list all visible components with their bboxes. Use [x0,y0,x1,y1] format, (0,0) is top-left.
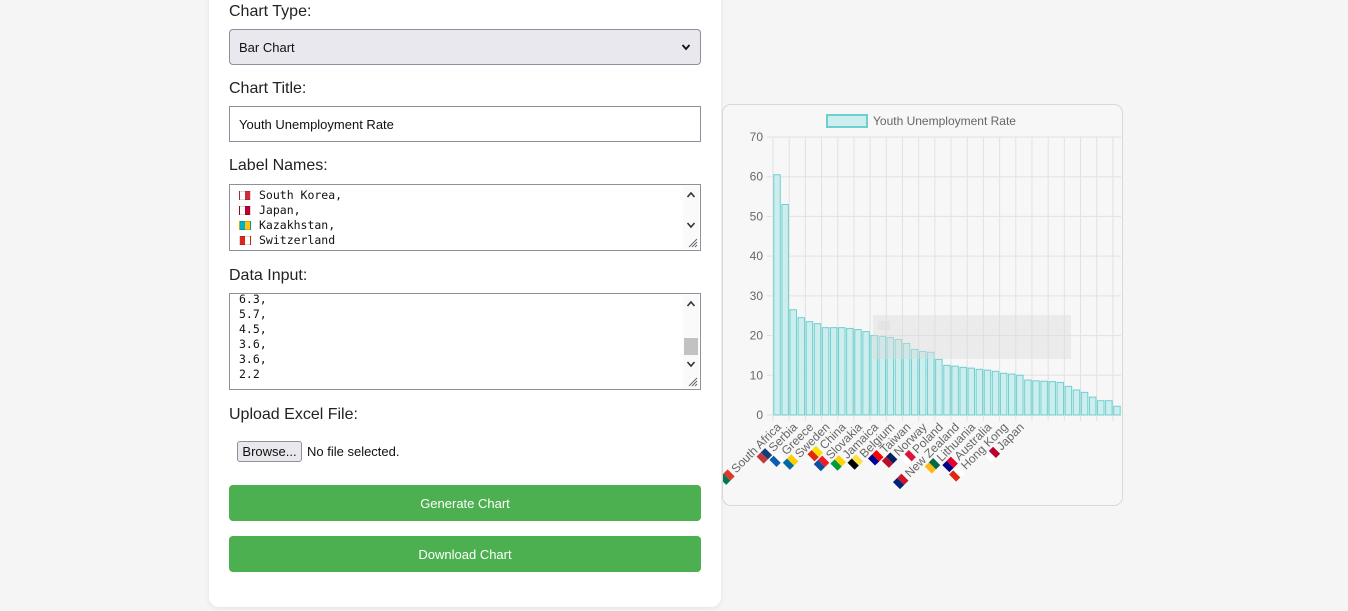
bar [789,309,797,416]
south-korea-flag-icon [239,191,251,200]
bar [1048,381,1056,416]
label-line: Kazakhstan, [239,218,680,233]
bar [983,369,992,416]
resize-grip-icon[interactable] [686,236,698,248]
bar [821,327,830,416]
y-tick-label: 30 [750,289,764,303]
label-names-label: Label Names: [229,157,328,174]
label-line: Japan, [239,203,680,218]
bar [1016,374,1024,416]
scroll-up-icon[interactable] [686,299,696,309]
tooltip-swatch [878,321,890,330]
bar [975,368,984,416]
scroll-thumb[interactable] [684,338,698,355]
data-line: 6.3, [239,293,267,306]
kazakhstan-flag-icon [239,221,251,230]
bar [927,351,935,416]
bar [1105,400,1113,416]
bar [838,327,846,416]
data-line: 2.2 [239,367,260,381]
bar [1072,389,1081,416]
bar [805,321,814,416]
y-tick-label: 70 [750,130,764,144]
bar-chart: 010203040506070Youth Unemployment RateSo… [723,114,1121,490]
bar [1080,391,1089,416]
legend-swatch [826,114,868,128]
bar [951,365,959,416]
chart-title-input[interactable]: Youth Unemployment Rate [229,106,701,142]
y-tick-label: 10 [750,368,764,382]
data-line: 3.6, [239,337,267,351]
data-input-label: Data Input: [229,267,308,284]
chart-type-label: Chart Type: [229,3,312,20]
label-line: Switzerland [239,233,680,248]
bar [1088,396,1097,416]
bar [918,350,927,416]
bar [935,358,943,416]
data-input-textarea[interactable]: 6.3, 5.7, 4.5, 3.6, 3.6, 2.2 [229,293,701,390]
bar [1008,373,1016,416]
bar [773,174,781,416]
data-line: 5.7, [239,307,267,321]
bar [1032,380,1040,416]
bar [829,327,838,416]
scroll-down-icon[interactable] [686,359,696,369]
bar [1097,400,1105,416]
chart-type-value: Bar Chart [239,39,295,55]
scroll-down-icon[interactable] [686,220,696,230]
generate-chart-button[interactable]: Generate Chart [229,485,701,521]
label-names-textarea[interactable]: South Korea, Japan, Kazakhstan, Switzerl… [229,184,701,251]
y-tick-label: 50 [750,209,764,223]
bar [1040,380,1048,416]
bar [910,348,919,416]
y-tick-label: 0 [756,408,763,422]
switzerland-flag-icon [239,236,251,245]
bar [1113,405,1121,416]
label-line: South Korea, [239,188,680,203]
bar [943,364,951,416]
bar [862,331,870,416]
chart-type-select[interactable]: Bar Chart [229,29,701,65]
bar [991,370,1000,416]
bar [1056,381,1065,416]
data-line: 4.5, [239,322,267,336]
bar [999,372,1008,416]
bar [1024,379,1032,416]
bar [1064,385,1073,416]
bar [967,367,976,416]
bar [854,329,862,416]
bar [813,323,822,416]
browse-button[interactable]: Browse... [237,441,302,462]
bar [781,204,789,416]
legend-label: Youth Unemployment Rate [873,114,1016,128]
bar [846,327,854,416]
chart-title-label: Chart Title: [229,80,307,97]
chart-panel: 0 10 20 30 40 50 60 70 Youth Unemployment Rate So… [722,104,1123,506]
y-tick-label: 60 [750,170,764,184]
data-line: 3.6, [239,352,267,366]
download-chart-button[interactable]: Download Chart [229,536,701,572]
bar [959,366,967,416]
no-file-text: No file selected. [307,444,400,459]
tooltip-box [873,315,1071,359]
chart-title-value: Youth Unemployment Rate [239,116,394,132]
y-tick-label: 20 [750,329,764,343]
scroll-up-icon[interactable] [686,190,696,200]
japan-flag-icon [239,206,251,215]
upload-label: Upload Excel File: [229,406,358,423]
bar [797,317,806,416]
resize-grip-icon[interactable] [686,375,698,387]
y-tick-label: 40 [750,249,764,263]
chevron-down-icon [681,44,691,51]
